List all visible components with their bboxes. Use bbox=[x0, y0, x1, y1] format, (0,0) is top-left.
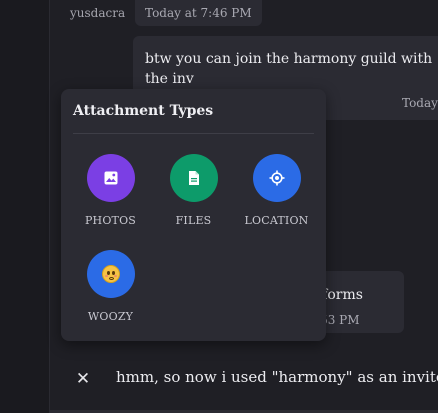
files-option[interactable]: FILES bbox=[152, 154, 235, 227]
option-label: FILES bbox=[175, 214, 212, 227]
attachment-types-popup: Attachment Types PHOTOS FILES LOCATION W… bbox=[61, 89, 326, 341]
image-icon bbox=[86, 154, 135, 202]
photos-option[interactable]: PHOTOS bbox=[69, 154, 152, 227]
channel-sidebar bbox=[0, 0, 50, 413]
close-icon[interactable]: ✕ bbox=[72, 366, 94, 392]
message-timestamp: Today bbox=[402, 96, 438, 110]
message-timestamp: Today at 7:46 PM bbox=[135, 0, 262, 26]
woozy-emoji-icon bbox=[86, 250, 135, 298]
message-header: yusdacra Today at 7:46 PM bbox=[50, 0, 438, 28]
popup-title: Attachment Types bbox=[73, 103, 214, 119]
location-icon bbox=[252, 154, 301, 202]
woozy-option[interactable]: WOOZY bbox=[69, 250, 152, 323]
location-option[interactable]: LOCATION bbox=[235, 154, 318, 227]
divider bbox=[73, 133, 314, 134]
file-icon bbox=[169, 154, 218, 202]
option-label: LOCATION bbox=[244, 214, 309, 227]
message-author[interactable]: yusdacra bbox=[70, 6, 125, 20]
message-input[interactable]: hmm, so now i used "harmony" as an invit… bbox=[116, 368, 438, 386]
option-label: PHOTOS bbox=[84, 214, 137, 227]
option-label: WOOZY bbox=[87, 310, 134, 323]
message-composer: ✕ hmm, so now i used "harmony" as an inv… bbox=[50, 356, 438, 406]
